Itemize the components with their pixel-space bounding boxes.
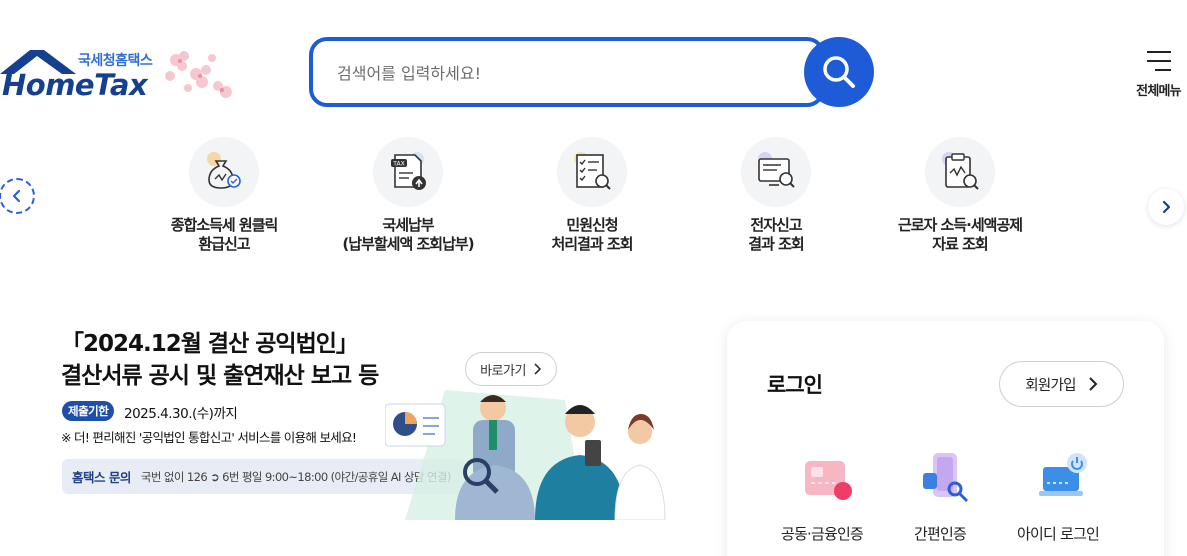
svg-text:TAX: TAX: [392, 161, 404, 168]
search-icon: [823, 56, 855, 88]
banner-go-label: 바로가기: [480, 363, 526, 379]
login-option-id-login[interactable]: 아이디 로그인: [998, 449, 1118, 549]
chevron-right-icon: [1162, 200, 1171, 214]
quick-menu-item-e-filing-result[interactable]: 전자신고 결과 조회: [684, 137, 868, 262]
signup-label: 회원가입: [1025, 377, 1076, 394]
chevron-right-icon: [1089, 377, 1098, 391]
quick-menu-item-civil-petition-result[interactable]: 민원신청 처리결과 조회: [500, 137, 684, 262]
quick-menu-label: 종합소득세 원클릭 환급신고: [170, 216, 279, 253]
login-panel: 로그인 회원가입 공동·금융인증 간편인증 아이디 로그인: [727, 321, 1164, 556]
checklist-search-icon: [557, 137, 627, 207]
tax-document-upload-icon: TAX: [373, 137, 443, 207]
login-option-label: 간편인증: [913, 525, 967, 543]
quick-menu-label: 민원신청 처리결과 조회: [551, 216, 633, 253]
clipboard-search-icon: [925, 137, 995, 207]
quick-menu-label: 전자신고 결과 조회: [748, 216, 804, 253]
money-bag-search-icon: [189, 137, 259, 207]
quick-menu-next-button[interactable]: [1148, 189, 1184, 225]
inquiry-label: 홈택스 문의: [72, 470, 131, 485]
quick-menu-label: 근로자 소득·세액공제 자료 조회: [897, 216, 1023, 253]
cherry-blossom-icon: [165, 51, 232, 98]
login-option-simple-auth[interactable]: 간편인증: [880, 449, 1000, 549]
full-menu-label: 전체메뉴: [1136, 84, 1181, 99]
logo-title: HomeTax: [2, 68, 148, 102]
chevron-left-icon: [12, 189, 21, 203]
logo-subtitle: 국세청홈택스: [78, 53, 153, 69]
quick-menu-item-tax-payment[interactable]: TAX 국세납부 (납부할세액 조회납부): [316, 137, 500, 262]
promo-banner[interactable]: 「2024.12월 결산 공익법인」 결산서류 공시 및 출연재산 보고 등 바…: [55, 320, 670, 530]
laptop-power-icon: [1033, 449, 1093, 509]
hamburger-icon: [1147, 51, 1171, 71]
certificate-card-icon: [797, 449, 857, 509]
hometax-logo[interactable]: 국세청홈택스 HomeTax: [0, 44, 245, 104]
hometax-main-page: 국세청홈택스 HomeTax 전체메뉴: [0, 0, 1187, 556]
banner-note: ※ 더! 편리해진 '공익법인 통합신고' 서비스를 이용해 보세요!: [61, 430, 357, 445]
login-title: 로그인: [767, 373, 823, 397]
chevron-right-icon: [534, 363, 542, 375]
deadline-date: 2025.4.30.(수)까지: [124, 406, 238, 422]
search-bar: [309, 37, 825, 107]
banner-illustration: [385, 390, 666, 520]
quick-menu-prev-button[interactable]: [0, 178, 35, 214]
monitor-search-icon: [741, 137, 811, 207]
banner-title-line1: 「2024.12월 결산 공익법인」: [61, 331, 359, 357]
quick-menu-item-income-tax-refund[interactable]: 종합소득세 원클릭 환급신고: [132, 137, 316, 262]
login-option-label: 공동·금융인증: [781, 525, 864, 543]
login-option-certificate[interactable]: 공동·금융인증: [762, 449, 882, 549]
quick-menu-label: 국세납부 (납부할세액 조회납부): [342, 216, 474, 253]
banner-title-line2: 결산서류 공시 및 출연재산 보고 등: [61, 363, 379, 389]
full-menu-button[interactable]: 전체메뉴: [1130, 46, 1187, 102]
search-input[interactable]: [337, 59, 777, 87]
deadline-badge: 제출기한: [62, 401, 115, 421]
login-option-label: 아이디 로그인: [1017, 525, 1100, 543]
signup-button[interactable]: 회원가입: [999, 361, 1124, 407]
search-button[interactable]: [804, 37, 874, 107]
quick-menu-item-worker-deduction-data[interactable]: 근로자 소득·세액공제 자료 조회: [868, 137, 1052, 262]
mobile-auth-icon: [915, 449, 975, 509]
